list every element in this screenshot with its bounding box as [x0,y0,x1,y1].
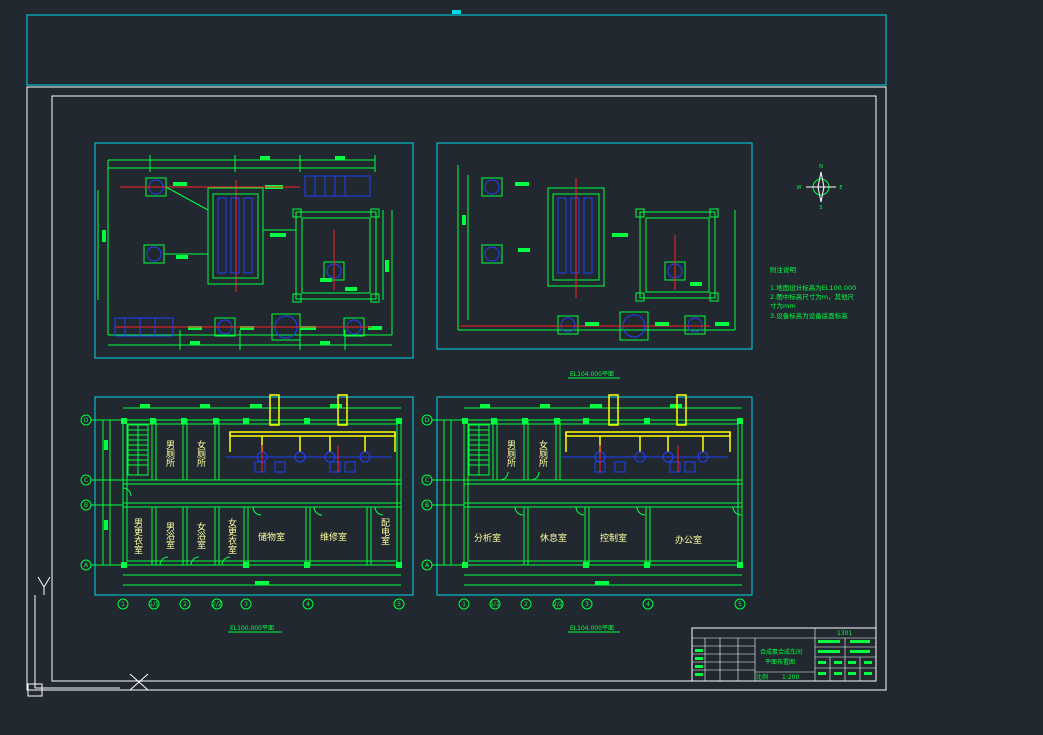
viewport-border [26,14,887,86]
room-power-left: 配电室 [379,518,390,545]
axis-col-1a-right: 1/1 [490,601,500,608]
room-control: 控制室 [600,532,627,544]
axis-col-1a-left: 1/1 [149,601,159,608]
notes-title: 附注说明 [770,265,797,274]
label-plan-top-right: EL104.000平面 [570,371,614,378]
axis-row-b-left: B [84,502,88,509]
notes-line-2: 2.图中标高尺寸为m，其他尺 [770,292,855,301]
axis-row-c-left: C [84,477,88,484]
axis-col-3-right: 3 [585,601,589,608]
label-plan-bottom-left: EL100.000平面 [230,625,274,632]
title-block: 1301 合成氨合成车间 平面布置图 比例 1:200 [691,627,877,682]
room-analysis: 分析室 [474,532,501,544]
room-men-toilet-left: 男厕所 [164,440,175,468]
notes-line-4: 3.设备标高为设备底面标高 [770,311,848,320]
title-block-project: 合成氨合成车间 [760,648,802,656]
room-men-bath-left: 男浴室 [164,522,175,549]
title-block-scale-label: 比例 [756,673,768,681]
label-plan-bottom-right: EL104.000平面 [570,625,614,632]
axis-col-5-left: 5 [397,601,401,608]
title-block-sheet-number: 1301 [837,630,852,637]
axis-col-4-left: 4 [306,601,310,608]
axis-col-3-left: 3 [244,601,248,608]
north-arrow: N E W S [797,164,843,211]
room-storage-left: 储物室 [258,531,285,543]
cad-drawing-canvas[interactable]: 男厕所 女厕所 男更衣室 男浴室 女浴室 女更衣室 储物室 维修室 配电室 D … [0,0,1043,735]
axis-col-5-right: 5 [738,601,742,608]
axis-col-2a-left: 2/2 [212,601,222,608]
compass-south: S [819,205,822,211]
axis-col-2-left: 2 [183,601,187,608]
axis-col-1-left: 1 [121,601,125,608]
axis-row-a-right: A [425,562,430,569]
room-men-locker-left: 男更衣室 [132,518,143,554]
plan-top-left [94,142,414,359]
axis-col-2-right: 2 [524,601,528,608]
room-men-toilet-right: 男厕所 [505,440,516,468]
room-rest: 休息室 [540,532,567,544]
axis-col-1-right: 1 [462,601,466,608]
axis-row-c-right: C [425,477,429,484]
sheet-frames [26,10,887,691]
room-repair-left: 维修室 [320,531,347,543]
room-office: 办公室 [675,534,702,546]
axis-row-d-right: D [425,417,430,424]
title-block-scale: 1:200 [782,674,799,681]
room-women-locker-left: 女更衣室 [226,517,237,554]
axis-col-2a-right: 2/2 [553,601,563,608]
grip-top[interactable] [452,10,461,14]
compass-north: N [819,164,823,170]
general-notes: 附注说明 1.地面设计标高为EL100.000 2.图中标高尺寸为m，其他尺 寸… [770,265,856,320]
title-block-drawing: 平面布置图 [765,658,795,666]
axis-row-a-left: A [84,562,89,569]
notes-line-3: 寸为mm [770,301,796,310]
plan-frame-top-left [94,142,414,359]
plan-bottom-left: 男厕所 女厕所 男更衣室 男浴室 女浴室 女更衣室 储物室 维修室 配电室 D … [80,394,414,610]
plan-top-right [436,142,753,350]
room-women-toilet-left: 女厕所 [195,439,206,468]
room-women-bath-left: 女浴室 [195,521,206,549]
notes-line-1: 1.地面设计标高为EL100.000 [770,283,856,292]
axis-row-d-left: D [84,417,89,424]
room-women-toilet-right: 女厕所 [537,439,548,468]
axis-row-b-right: B [425,502,429,509]
plan-bottom-right: 男厕所 女厕所 分析室 休息室 控制室 办公室 D C B A 1 1/1 2 … [421,394,753,610]
compass-west: W [797,185,802,191]
compass-east: E [839,185,842,191]
axis-col-4-right: 4 [646,601,650,608]
